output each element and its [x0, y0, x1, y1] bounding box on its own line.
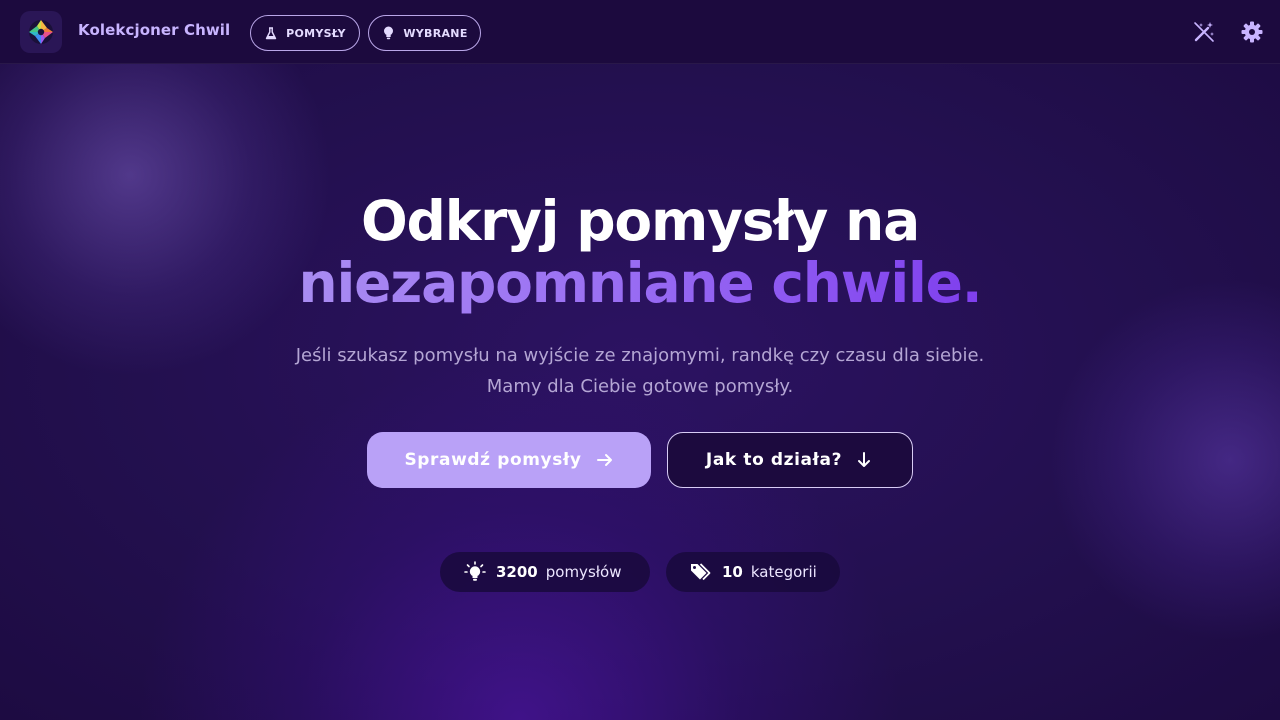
categories-count-value: 10: [722, 563, 743, 581]
nav-wybrane-button[interactable]: WYBRANE: [368, 15, 481, 51]
arrow-right-icon: [596, 451, 614, 469]
nav-wybrane-label: WYBRANE: [403, 26, 468, 40]
categories-count-badge: 10 kategorii: [666, 552, 840, 592]
hero-subtitle-line2: Mamy dla Ciebie gotowe pomysły.: [486, 376, 794, 397]
flask-icon: [264, 26, 278, 40]
check-ideas-label: Sprawdź pomysły: [404, 450, 582, 470]
arrow-down-icon: [856, 451, 874, 469]
how-it-works-button[interactable]: Jak to działa?: [667, 432, 913, 488]
hero-subtitle-line1: Jeśli szukasz pomysłu na wyjście ze znaj…: [295, 345, 985, 366]
ideas-count-value: 3200: [496, 563, 538, 581]
nav-pomysly-button[interactable]: POMYSŁY: [250, 15, 360, 51]
hero-title-line2: niezapomniane chwile.: [298, 251, 983, 315]
tags-icon: [690, 561, 712, 583]
how-it-works-label: Jak to działa?: [705, 450, 843, 470]
ideas-count-badge: 3200 pomysłów: [440, 552, 650, 592]
categories-count-label: kategorii: [750, 563, 817, 581]
lightbulb-icon: [381, 26, 395, 40]
brand-name[interactable]: Kolekcjoner Chwil: [78, 21, 230, 39]
check-ideas-button[interactable]: Sprawdź pomysły: [367, 432, 651, 488]
gear-icon[interactable]: [1240, 20, 1264, 44]
camera-aperture-icon: [29, 20, 53, 44]
ideas-count-label: pomysłów: [545, 563, 622, 581]
app-logo[interactable]: [20, 11, 62, 53]
hero-title-line1: Odkryj pomysły na: [360, 189, 920, 253]
nav-pomysly-label: POMYSŁY: [286, 26, 346, 40]
magic-wand-icon[interactable]: [1192, 20, 1216, 44]
lightbulb-icon: [464, 561, 486, 583]
hero-subtitle: Jeśli szukasz pomysłu na wyjście ze znaj…: [0, 340, 1280, 402]
hero-title: Odkryj pomysły na niezapomniane chwile.: [0, 190, 1280, 314]
top-navbar: Kolekcjoner Chwil POMYSŁY WYBRANE: [0, 0, 1280, 64]
